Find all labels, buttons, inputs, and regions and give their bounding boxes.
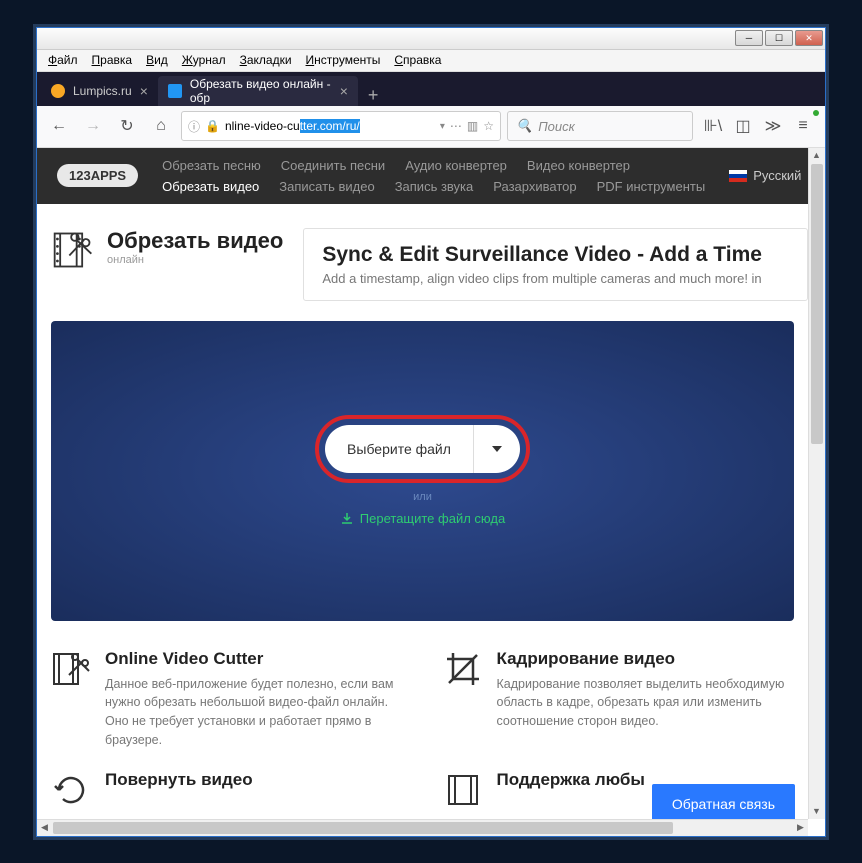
language-selector[interactable]: Русский xyxy=(729,168,801,183)
feature-title: Поддержка любы xyxy=(497,770,645,790)
rotate-icon xyxy=(51,770,91,810)
menu-help[interactable]: Справка xyxy=(389,51,446,69)
overflow-icon[interactable]: ≫ xyxy=(759,112,787,140)
menu-edit[interactable]: Правка xyxy=(87,51,138,69)
ad-title: Sync & Edit Surveillance Video - Add a T… xyxy=(322,243,789,267)
tab-icon xyxy=(168,84,182,98)
lock-icon: 🔒 xyxy=(205,119,220,133)
choose-file-label[interactable]: Выберите файл xyxy=(325,441,473,457)
tab-video-cutter[interactable]: Обрезать видео онлайн - обр × xyxy=(158,76,358,106)
home-button[interactable]: ⌂ xyxy=(147,112,175,140)
dropdown-icon[interactable]: ▾ xyxy=(440,121,445,132)
menubar: Файл Правка Вид Журнал Закладки Инструме… xyxy=(37,50,825,72)
download-icon xyxy=(340,512,354,526)
drag-hint[interactable]: Перетащите файл сюда xyxy=(340,511,505,526)
feature-desc: Данное веб-приложение будет полезно, есл… xyxy=(105,675,403,750)
titlebar: ─ ☐ ✕ xyxy=(37,28,825,50)
nav-pdf[interactable]: PDF инструменты xyxy=(597,179,706,194)
tab-label: Обрезать видео онлайн - обр xyxy=(190,77,332,105)
upload-area[interactable]: Выберите файл или Перетащите файл сюда xyxy=(51,321,794,621)
drag-label: Перетащите файл сюда xyxy=(360,511,505,526)
header-row: Обрезать видео онлайн Sync & Edit Survei… xyxy=(37,204,808,321)
forward-button[interactable]: → xyxy=(79,112,107,140)
nav-unarchive[interactable]: Разархиватор xyxy=(493,179,576,194)
flag-icon xyxy=(729,170,747,182)
scroll-thumb[interactable] xyxy=(811,164,823,444)
page-subtitle: онлайн xyxy=(107,254,283,266)
or-text: или xyxy=(413,491,432,503)
bookmark-icon[interactable]: ☆ xyxy=(483,119,494,133)
nav-record-video[interactable]: Записать видео xyxy=(279,179,374,194)
menu-view[interactable]: Вид xyxy=(141,51,173,69)
tabbar: Lumpics.ru × Обрезать видео онлайн - обр… xyxy=(37,72,825,106)
page-title-block: Обрезать видео онлайн xyxy=(51,228,283,301)
ad-text: Add a timestamp, align video clips from … xyxy=(322,271,789,286)
search-placeholder: Поиск xyxy=(538,119,575,134)
feature-crop: Кадрирование видео Кадрирование позволяе… xyxy=(443,649,795,750)
site-logo[interactable]: 123APPS xyxy=(57,164,138,187)
maximize-button[interactable]: ☐ xyxy=(765,30,793,46)
minimize-button[interactable]: ─ xyxy=(735,30,763,46)
tab-label: Lumpics.ru xyxy=(73,84,132,98)
scroll-right-icon[interactable]: ▶ xyxy=(793,820,808,835)
menu-bookmarks[interactable]: Закладки xyxy=(235,51,297,69)
page-content: 123APPS Обрезать песню Соединить песни А… xyxy=(37,148,825,836)
library-icon[interactable]: ⊪\ xyxy=(699,112,727,140)
close-button[interactable]: ✕ xyxy=(795,30,823,46)
sidebar-icon[interactable]: ◫ xyxy=(729,112,757,140)
feature-desc: Кадрирование позволяет выделить необходи… xyxy=(497,675,795,731)
tab-close-icon[interactable]: × xyxy=(140,83,148,99)
menu-history[interactable]: Журнал xyxy=(177,51,231,69)
search-bar[interactable]: 🔍 Поиск xyxy=(507,111,693,141)
film-scissors-icon xyxy=(51,649,91,689)
scroll-left-icon[interactable]: ◀ xyxy=(37,820,52,835)
reload-button[interactable]: ↻ xyxy=(113,112,141,140)
scroll-up-icon[interactable]: ▲ xyxy=(809,148,824,163)
site-navbar: 123APPS Обрезать песню Соединить песни А… xyxy=(37,148,808,204)
info-icon[interactable]: ⓘ xyxy=(188,118,200,135)
page-title: Обрезать видео xyxy=(107,228,283,254)
nav-record-audio[interactable]: Запись звука xyxy=(395,179,474,194)
choose-file-button[interactable]: Выберите файл xyxy=(325,425,520,473)
ad-banner[interactable]: Sync & Edit Surveillance Video - Add a T… xyxy=(303,228,808,301)
nav-audio-conv[interactable]: Аудио конвертер xyxy=(405,158,507,173)
feature-cutter: Online Video Cutter Данное веб-приложени… xyxy=(51,649,403,750)
menu-icon[interactable]: ≡ xyxy=(789,112,817,140)
vertical-scrollbar[interactable]: ▲ ▼ xyxy=(808,148,825,819)
url-bar[interactable]: ⓘ 🔒 nline-video-cutter.com/ru/ ▾ ⋯ ▥ ☆ xyxy=(181,111,501,141)
lang-label: Русский xyxy=(753,168,801,183)
nav-cut-video[interactable]: Обрезать видео xyxy=(162,179,259,194)
nav-join-songs[interactable]: Соединить песни xyxy=(281,158,385,173)
feature-title: Кадрирование видео xyxy=(497,649,795,669)
page-actions-icon[interactable]: ⋯ xyxy=(450,119,462,133)
new-tab-button[interactable]: + xyxy=(358,85,389,106)
feature-title: Повернуть видео xyxy=(105,770,253,790)
tab-lumpics[interactable]: Lumpics.ru × xyxy=(41,76,158,106)
tab-close-icon[interactable]: × xyxy=(340,83,348,99)
horizontal-scrollbar[interactable]: ◀ ▶ xyxy=(37,819,808,836)
film-cut-icon xyxy=(51,228,95,272)
back-button[interactable]: ← xyxy=(45,112,73,140)
feature-title: Online Video Cutter xyxy=(105,649,403,669)
feature-rotate: Повернуть видео xyxy=(51,770,403,810)
menu-file[interactable]: Файл xyxy=(43,51,83,69)
caret-down-icon xyxy=(492,446,502,452)
menu-tools[interactable]: Инструменты xyxy=(301,51,386,69)
search-icon: 🔍 xyxy=(516,118,532,134)
choose-file-dropdown[interactable] xyxy=(473,425,520,473)
scroll-down-icon[interactable]: ▼ xyxy=(809,804,824,819)
scroll-thumb[interactable] xyxy=(53,822,673,834)
nav-video-conv[interactable]: Видео конвертер xyxy=(527,158,630,173)
nav-cut-song[interactable]: Обрезать песню xyxy=(162,158,261,173)
url-text: nline-video-cutter.com/ru/ xyxy=(225,119,435,133)
window-frame: ─ ☐ ✕ Файл Правка Вид Журнал Закладки Ин… xyxy=(36,27,826,837)
reader-icon[interactable]: ▥ xyxy=(467,119,478,133)
toolbar: ← → ↻ ⌂ ⓘ 🔒 nline-video-cutter.com/ru/ ▾… xyxy=(37,106,825,148)
tab-icon xyxy=(51,84,65,98)
feedback-button[interactable]: Обратная связь xyxy=(652,784,795,824)
film-icon xyxy=(443,770,483,810)
file-button-highlight: Выберите файл xyxy=(315,415,530,483)
crop-icon xyxy=(443,649,483,689)
